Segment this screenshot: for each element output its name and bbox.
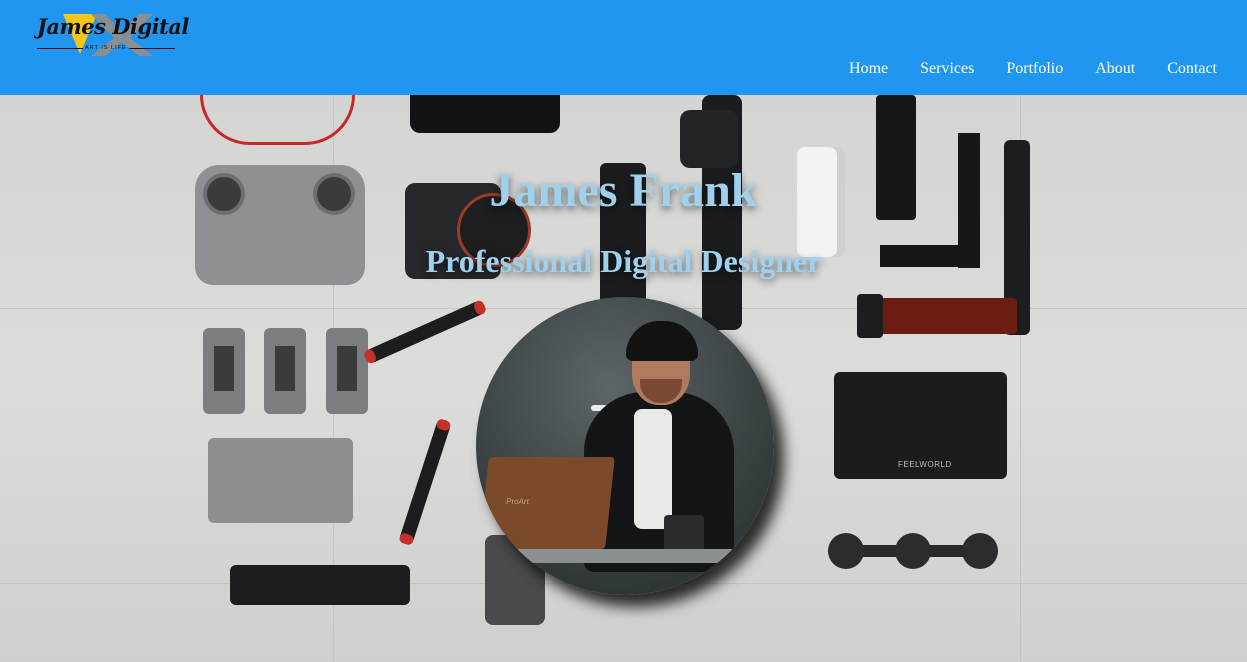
drone-propeller	[398, 418, 452, 546]
pen-cup	[664, 515, 704, 553]
nav-contact-link[interactable]: Contact	[1167, 60, 1217, 78]
arm-ball	[895, 533, 931, 569]
red-cable	[200, 95, 355, 145]
person-beanie	[626, 321, 698, 361]
nav-services-link[interactable]: Services	[920, 60, 974, 78]
handle-knob	[680, 110, 738, 168]
charging-hub	[208, 438, 353, 523]
laptop-brand: ProArt	[505, 497, 530, 506]
nav-portfolio-link[interactable]: Portfolio	[1006, 60, 1063, 78]
propeller-tip	[398, 532, 415, 546]
wooden-grip	[857, 294, 1017, 338]
drone-propeller	[362, 299, 488, 365]
camera-lens	[410, 95, 560, 133]
site-header: James Digital ART IS LIFE Home Services …	[0, 0, 1247, 95]
mini-tripod	[230, 565, 410, 605]
logo-tagline: ART IS LIFE	[85, 45, 127, 51]
propeller-tip	[435, 418, 452, 432]
grip-cap	[857, 294, 883, 338]
drone-battery	[326, 328, 368, 414]
magic-arm	[828, 533, 998, 571]
drone-battery	[203, 328, 245, 414]
logo-rule-left	[37, 48, 83, 49]
profile-photo: ProArt	[476, 297, 774, 595]
hero-subtitle: Professional Digital Designer	[425, 243, 822, 279]
person-shirt	[634, 409, 672, 529]
arm-ball	[828, 533, 864, 569]
arm-ball	[962, 533, 998, 569]
drone-battery	[264, 328, 306, 414]
main-nav: Home Services Portfolio About Contact	[849, 60, 1217, 78]
battery-label	[275, 346, 295, 391]
nav-about-link[interactable]: About	[1095, 60, 1135, 78]
monitor-brand: FEELWORLD	[898, 460, 952, 469]
logo-script-text: James Digital	[37, 14, 189, 39]
desk	[516, 549, 756, 563]
field-monitor: FEELWORLD	[834, 372, 1007, 479]
laptop: ProArt	[479, 457, 615, 549]
battery-label	[214, 346, 234, 391]
propeller-tip	[472, 299, 488, 317]
site-logo[interactable]: James Digital ART IS LIFE	[33, 12, 189, 60]
battery-label	[337, 346, 357, 391]
hero-section: FEELWORLD James Frank Professional Digit…	[0, 95, 1247, 662]
hero-title: James Frank	[489, 164, 758, 217]
nav-home-link[interactable]: Home	[849, 60, 888, 78]
logo-rule-right	[129, 48, 175, 49]
